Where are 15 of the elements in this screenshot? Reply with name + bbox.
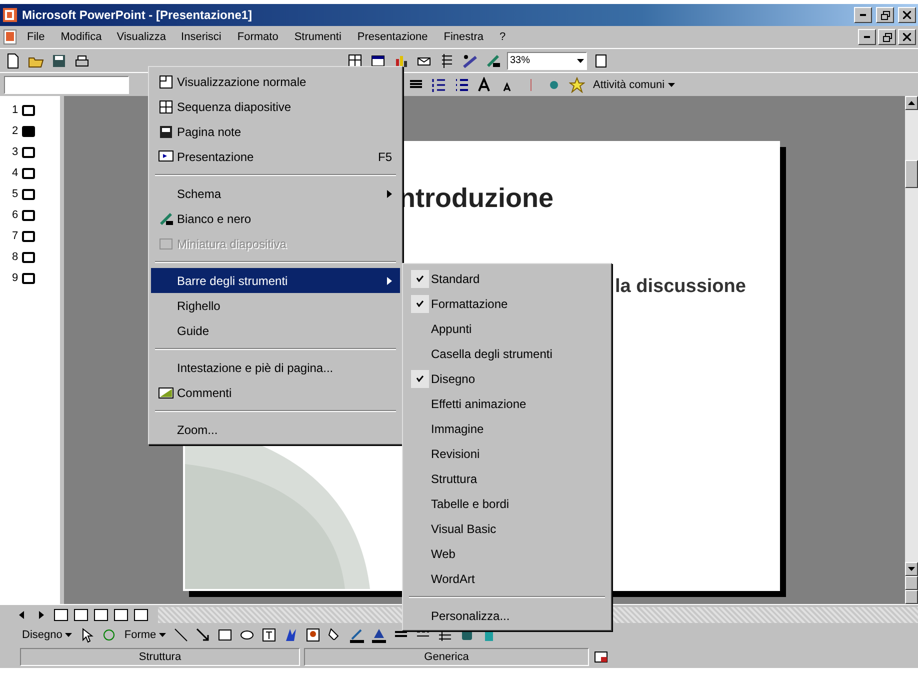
slide-number: 5 (12, 188, 20, 200)
shortcut-label: F5 (378, 150, 392, 164)
slide-number: 4 (12, 167, 20, 179)
status-text: Struttura (20, 648, 300, 666)
slide-number: 6 (12, 209, 20, 221)
window-title: Microsoft PowerPoint - [Presentazione1] (22, 8, 254, 22)
status-text: Generica (304, 648, 589, 666)
slide-number: 7 (12, 230, 20, 242)
bullet-text: la discussione (615, 276, 746, 298)
slide-number: 3 (12, 146, 20, 158)
slide-number: 8 (12, 251, 20, 263)
slide-number: 2 (12, 125, 20, 137)
slide-title: ntroduzione (399, 183, 554, 214)
slide-number: 1 (12, 104, 20, 116)
slide-number: 9 (12, 272, 20, 284)
